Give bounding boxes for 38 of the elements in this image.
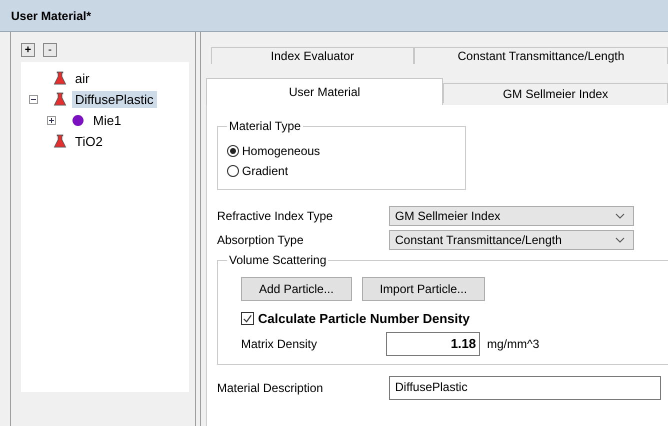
field-label: Refractive Index Type bbox=[217, 209, 334, 223]
group-label: Volume Scattering bbox=[227, 253, 328, 267]
checkbox-label: Calculate Particle Number Density bbox=[258, 311, 470, 326]
tab[interactable]: User Material bbox=[206, 78, 443, 105]
tree-item[interactable]: DiffusePlastic bbox=[72, 91, 157, 108]
tab[interactable]: Index Evaluator bbox=[211, 47, 414, 64]
chevron-down-icon bbox=[615, 213, 625, 219]
matrix-density-field[interactable]: 1.18 bbox=[386, 332, 480, 356]
collapse-toggle-icon[interactable] bbox=[29, 95, 38, 104]
flask-icon bbox=[53, 134, 67, 149]
checkbox[interactable] bbox=[241, 312, 254, 325]
tab[interactable]: GM Sellmeier Index bbox=[443, 83, 668, 103]
radio-label: Homogeneous bbox=[242, 144, 320, 158]
unit-label: mg/mm^3 bbox=[487, 337, 540, 351]
field-label: Absorption Type bbox=[217, 233, 305, 247]
sphere-icon bbox=[71, 113, 85, 128]
flask-icon bbox=[53, 92, 67, 107]
refractive-index-dropdown[interactable]: GM Sellmeier Index bbox=[389, 206, 634, 226]
particle-button[interactable]: Import Particle... bbox=[362, 277, 486, 301]
tree-item[interactable]: Mie1 bbox=[90, 112, 124, 129]
radio-button[interactable] bbox=[227, 165, 239, 177]
description-field[interactable]: DiffusePlastic bbox=[389, 376, 661, 400]
expand-all-button[interactable]: + bbox=[21, 43, 35, 57]
group-label: Material Type bbox=[227, 119, 303, 133]
flask-icon bbox=[53, 71, 67, 86]
field-label: Matrix Density bbox=[241, 337, 318, 351]
tree-item[interactable]: air bbox=[72, 70, 92, 87]
chevron-down-icon bbox=[615, 237, 625, 243]
collapse-all-button[interactable]: - bbox=[43, 43, 57, 57]
tree-item[interactable]: TiO2 bbox=[72, 133, 106, 150]
field-label: Material Description bbox=[217, 381, 324, 395]
particle-button[interactable]: Add Particle... bbox=[241, 277, 352, 301]
radio-button[interactable] bbox=[227, 145, 239, 157]
expand-toggle-icon[interactable] bbox=[47, 116, 56, 125]
window-title: User Material* bbox=[11, 8, 92, 22]
absorption-type-dropdown[interactable]: Constant Transmittance/Length bbox=[389, 230, 634, 250]
tab[interactable]: Constant Transmittance/Length bbox=[414, 47, 668, 64]
radio-label: Gradient bbox=[242, 164, 288, 178]
